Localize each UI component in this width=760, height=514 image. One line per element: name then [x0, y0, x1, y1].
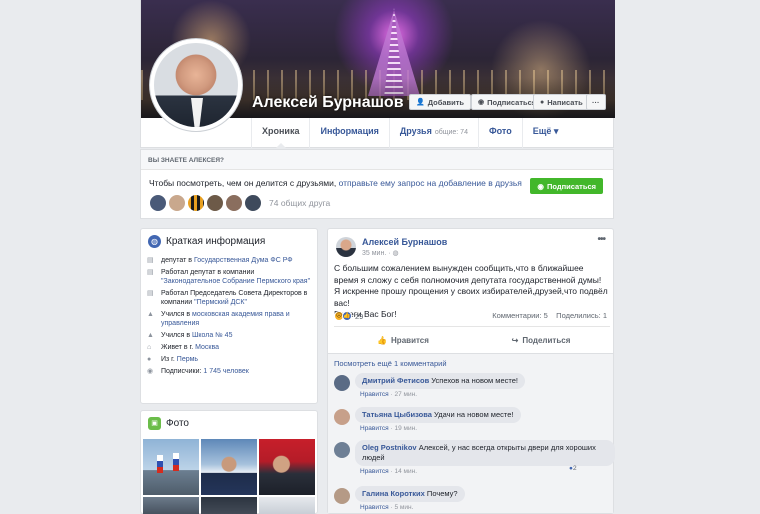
commenter-name[interactable]: Татьяна Цыбизова	[362, 410, 432, 419]
more-options-button[interactable]: ···	[586, 94, 606, 110]
photo-thumbnail[interactable]	[259, 497, 315, 514]
post-stats: Комментарии: 5 Поделились: 1	[492, 311, 607, 320]
location-icon: ●	[147, 356, 152, 363]
like-button[interactable]: 👍 Нравится	[334, 330, 472, 350]
profile-tabs: Хроника Информация Друзья общие: 74 Фото …	[251, 118, 568, 148]
post-timestamp[interactable]: 35 мин. · ◍	[362, 249, 399, 257]
tab-more[interactable]: Ещё ▾	[521, 118, 569, 148]
commenter-avatar[interactable]	[334, 375, 350, 391]
intro-list: ▤ депутат в Государственная Дума ФС РФ ▤ Р…	[141, 254, 317, 376]
commenter-avatar[interactable]	[334, 488, 350, 504]
profile-header: Алексей Бурнашов 👤 Добавить ◉ Подписатьс…	[140, 0, 615, 148]
comment: Галина Коротких Почему? Нравится · 5 мин…	[334, 486, 465, 511]
comment-like-button[interactable]: Нравится	[360, 504, 389, 511]
globe-icon: ◍	[392, 250, 399, 257]
commenter-avatar[interactable]	[334, 409, 350, 425]
intro-title: Краткая информация	[166, 236, 266, 247]
briefcase-icon: ▤	[147, 269, 154, 276]
friend-suggestion-heading: ВЫ ЗНАЕТЕ АЛЕКСЕЯ?	[141, 150, 613, 170]
post-actions: 👍 Нравится ↪ Поделиться	[334, 330, 610, 350]
mutual-friends: 74 общих друга	[149, 194, 330, 212]
intro-item: ▲ Учился в московская академия права и уп…	[147, 311, 290, 327]
briefcase-icon: ▤	[147, 290, 154, 297]
intro-item: ◉ Подписчики: 1 745 человек	[147, 368, 249, 375]
friend-avatar[interactable]	[244, 194, 262, 212]
rss-icon: ◉	[147, 368, 154, 375]
tab-timeline[interactable]: Хроника	[251, 118, 309, 148]
rss-icon: ◉	[537, 181, 544, 191]
comment-reactions[interactable]: ●2	[569, 465, 577, 472]
photos-title[interactable]: Фото	[166, 418, 189, 429]
divider	[334, 326, 610, 327]
photo-thumbnail[interactable]	[201, 497, 257, 514]
photo-icon: ▣	[148, 417, 161, 430]
education-icon: ▲	[147, 311, 154, 318]
intro-item: ⌂ Живет в г. Москва	[147, 344, 219, 351]
messenger-icon: ●	[540, 98, 545, 106]
commenter-name[interactable]: Oleg Postnikov	[362, 443, 417, 452]
home-icon: ⌂	[147, 344, 152, 351]
profile-picture[interactable]	[149, 38, 243, 132]
like-reaction-icon: 👍	[342, 311, 352, 321]
message-button[interactable]: ● Написать	[533, 94, 590, 110]
thumbs-up-icon: 👍	[377, 335, 388, 345]
intro-item: ▤ депутат в Государственная Дума ФС РФ	[147, 257, 293, 264]
comments-count[interactable]: Комментарии: 5	[492, 311, 548, 320]
photos-card: ▣ Фото	[140, 410, 318, 514]
add-friend-icon: 👤	[416, 99, 425, 106]
commenter-name[interactable]: Галина Коротких	[362, 489, 425, 498]
friend-avatar[interactable]	[225, 194, 243, 212]
friend-avatar[interactable]	[187, 194, 205, 212]
shares-count[interactable]: Поделились: 1	[556, 311, 607, 320]
friend-suggestion-text: Чтобы посмотреть, чем он делится с друзь…	[149, 178, 522, 188]
photo-thumbnail[interactable]	[259, 439, 315, 495]
commenter-name[interactable]: Дмитрий Фетисов	[362, 376, 429, 385]
post-reactions[interactable]: ☹ 👍 29	[334, 311, 363, 321]
profile-name[interactable]: Алексей Бурнашов	[252, 94, 404, 112]
share-button[interactable]: ↪ Поделиться	[472, 330, 610, 350]
intro-item: ▤ Работал Председатель Совета Директоров …	[147, 290, 308, 306]
photo-thumbnail[interactable]	[143, 439, 199, 495]
photo-thumbnail[interactable]	[201, 439, 257, 495]
comments-section: Посмотреть ещё 1 комментарий Дмитрий Фет…	[328, 353, 615, 513]
comment-like-button[interactable]: Нравится	[360, 468, 389, 475]
photo-thumbnail[interactable]	[143, 497, 199, 514]
rss-icon: ◉	[478, 99, 485, 106]
friend-suggestion-box: ВЫ ЗНАЕТЕ АЛЕКСЕЯ? Чтобы посмотреть, чем…	[140, 149, 614, 219]
tab-about[interactable]: Информация	[309, 118, 388, 148]
education-icon: ▲	[147, 332, 154, 339]
friend-avatar[interactable]	[149, 194, 167, 212]
share-icon: ↪	[511, 335, 519, 345]
subscribe-button[interactable]: ◉ Подписаться	[530, 178, 603, 194]
briefcase-icon: ▤	[147, 257, 154, 264]
post-author-name[interactable]: Алексей Бурнашов	[362, 237, 447, 247]
friend-avatar[interactable]	[168, 194, 186, 212]
commenter-avatar[interactable]	[334, 442, 350, 458]
intro-item: ▲ Учился в Школа № 45	[147, 332, 233, 339]
post-card: Алексей Бурнашов 35 мин. · ◍ ••• С больш…	[327, 228, 615, 514]
intro-item: ● Из г. Пермь	[147, 356, 199, 363]
mutual-friends-count[interactable]: 74 общих друга	[269, 198, 330, 208]
comment: Татьяна Цыбизова Удачи на новом месте! Н…	[334, 407, 521, 432]
tab-friends[interactable]: Друзья общие: 74	[388, 118, 478, 148]
photo-grid	[143, 439, 315, 514]
intro-card: ◍ Краткая информация ▤ депутат в Государс…	[140, 228, 318, 404]
comment-like-button[interactable]: Нравится	[360, 391, 389, 398]
post-author-avatar[interactable]	[336, 237, 356, 257]
comment: Дмитрий Фетисов Успехов на новом месте! …	[334, 373, 525, 398]
view-more-comments-link[interactable]: Посмотреть ещё 1 комментарий	[334, 359, 447, 368]
avatar	[154, 43, 238, 127]
post-options-button[interactable]: •••	[597, 234, 605, 245]
tab-photos[interactable]: Фото	[477, 118, 522, 148]
add-friend-button[interactable]: 👤 Добавить	[409, 94, 472, 110]
friend-avatar[interactable]	[206, 194, 224, 212]
globe-icon: ◍	[148, 235, 161, 248]
send-friend-request-link[interactable]: отправьте ему запрос на добавление в дру…	[339, 178, 522, 188]
intro-item: ▤ Работал депутат в компании "Законодател…	[147, 269, 311, 285]
comment-like-button[interactable]: Нравится	[360, 425, 389, 432]
